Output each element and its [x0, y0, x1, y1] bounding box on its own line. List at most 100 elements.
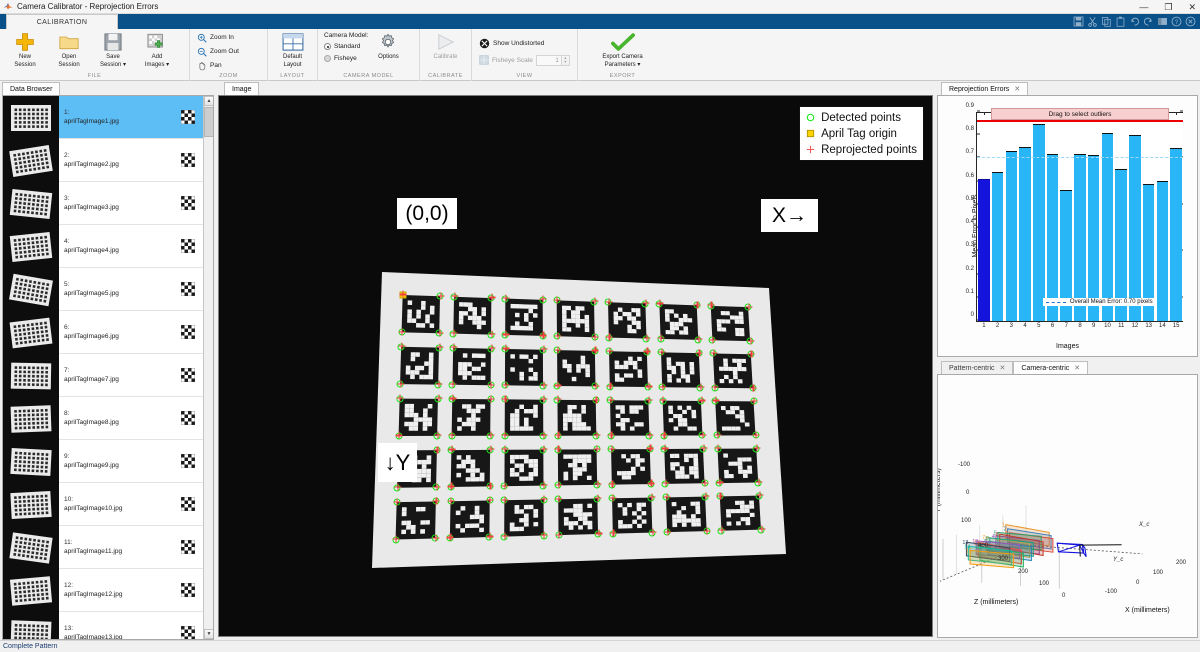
list-item[interactable]: 7: aprilTagImage7.jpg: [3, 354, 205, 397]
checkerboard-status-icon: [171, 268, 205, 310]
radio-standard[interactable]: Standard: [324, 41, 368, 52]
list-item[interactable]: 9: aprilTagImage9.jpg: [3, 440, 205, 483]
reprojected-point-marker: [396, 394, 404, 402]
zoom-in-button[interactable]: Zoom In: [197, 31, 234, 44]
tab-reprojection-errors[interactable]: Reprojection Errors ✕: [941, 82, 1029, 96]
chart-bar[interactable]: [1170, 148, 1182, 321]
close-doc-icon[interactable]: [1185, 16, 1196, 27]
list-item[interactable]: 2: aprilTagImage2.jpg: [3, 139, 205, 182]
reprojected-point-marker: [656, 299, 664, 307]
tab-image[interactable]: Image: [224, 82, 260, 95]
radio-fisheye[interactable]: Fisheye: [324, 53, 368, 64]
fisheye-scale-arrows-icon[interactable]: ▲ ▼: [561, 54, 570, 66]
camera-y-axis-label: Y_c: [1113, 557, 1124, 563]
list-item[interactable]: 10: aprilTagImage10.jpg: [3, 483, 205, 526]
fisheye-scale-input[interactable]: 1: [535, 54, 562, 66]
chart-bar[interactable]: [1156, 180, 1169, 321]
reprojected-point-marker: [450, 343, 458, 351]
pan-button[interactable]: Pan: [197, 59, 222, 72]
list-item[interactable]: 13: aprilTagImage13.jpg: [3, 612, 205, 639]
list-item-filename: aprilTagImage7.jpg: [64, 376, 119, 383]
chart-plot-area[interactable]: 0 0.1 0.2 0.3 0.4 0.5 0.6 0.7 0.8 0.9 1 2 3 4 5 6 7 8 9 10 1…: [966, 103, 1183, 329]
cut-icon[interactable]: [1087, 16, 1098, 27]
save-session-dropdown-arrow-icon[interactable]: ▾: [123, 62, 126, 68]
fisheye-scale-stepper[interactable]: 1 ▲ ▼: [535, 54, 570, 66]
reprojected-point-marker: [712, 396, 720, 404]
layout-grid-icon: [282, 32, 304, 52]
close-button[interactable]: ✕: [1188, 0, 1196, 14]
tab-pattern-centric-close-icon[interactable]: ✕: [1000, 362, 1006, 375]
green-check-icon: [610, 32, 635, 52]
export-camera-parameters-button[interactable]: Export Camera Parameters ▾: [581, 31, 664, 69]
copy-icon[interactable]: [1101, 16, 1112, 27]
x-axis-title: X (millimeters): [1125, 607, 1170, 614]
save-icon[interactable]: [1073, 16, 1084, 27]
paste-icon[interactable]: [1115, 16, 1126, 27]
tab-data-browser[interactable]: Data Browser: [2, 82, 61, 95]
reprojected-point-marker: [591, 297, 599, 305]
chart-bar[interactable]: [1101, 132, 1114, 321]
chart-bar[interactable]: [1046, 153, 1059, 321]
outlier-threshold-line[interactable]: [977, 120, 1183, 123]
zoom-out-button[interactable]: Zoom Out: [197, 45, 239, 58]
default-layout-label-1: Default: [282, 54, 302, 60]
help-icon[interactable]: ?: [1171, 16, 1182, 27]
chart-bar[interactable]: [1087, 154, 1100, 321]
list-item[interactable]: 12: aprilTagImage12.jpg: [3, 569, 205, 612]
tab-calibration[interactable]: CALIBRATION: [6, 14, 118, 29]
chart-bar[interactable]: [991, 172, 1004, 321]
list-item[interactable]: 3: aprilTagImage3.jpg: [3, 182, 205, 225]
default-layout-button[interactable]: Default Layout: [271, 31, 314, 69]
list-item[interactable]: 1: aprilTagImage1.jpg: [3, 96, 205, 139]
save-session-button[interactable]: Save Session ▾: [91, 31, 135, 69]
tab-reprojection-errors-close-icon[interactable]: ✕: [1014, 83, 1020, 96]
calibrate-button[interactable]: Calibrate: [424, 31, 468, 61]
minimize-button[interactable]: —: [1139, 0, 1148, 14]
show-undistorted-toggle[interactable]: Show Undistorted: [479, 37, 544, 50]
tab-camera-centric-close-icon[interactable]: ✕: [1074, 362, 1080, 375]
fisheye-scale-control[interactable]: Fisheye Scale 1 ▲ ▼: [479, 54, 570, 67]
browser-scrollbar[interactable]: ▲ ▼: [203, 96, 213, 639]
list-item[interactable]: 6: aprilTagImage6.jpg: [3, 311, 205, 354]
image-list[interactable]: 1: aprilTagImage1.jpg 2: aprilTagImage2.jpg…: [3, 96, 205, 639]
chart-bar[interactable]: [1074, 153, 1086, 321]
list-item[interactable]: 5: aprilTagImage5.jpg: [3, 268, 205, 311]
scroll-up-arrow-icon[interactable]: ▲: [204, 96, 213, 106]
reprojected-point-marker: [433, 483, 441, 491]
reprojected-point-marker: [659, 396, 667, 404]
add-images-dropdown-arrow-icon[interactable]: ▾: [166, 62, 169, 68]
new-session-button[interactable]: New Session: [3, 31, 47, 69]
outlier-selection-band[interactable]: Drag to select outliers: [991, 108, 1169, 121]
options-button[interactable]: Options: [368, 31, 408, 61]
camera-centric-extrinsics-panel[interactable]: 1 2 3 4 5 6 7 8 9 10 11 12 13 14 15 Z (millimeters) X …: [937, 374, 1198, 638]
tab-camera-centric[interactable]: Camera-centric ✕: [1013, 361, 1089, 375]
reprojected-point-marker: [437, 292, 445, 300]
maximize-button[interactable]: ❐: [1164, 0, 1172, 14]
layout-icon[interactable]: [1157, 16, 1168, 27]
plus-icon: [15, 32, 35, 52]
tab-pattern-centric[interactable]: Pattern-centric ✕: [941, 361, 1014, 375]
list-item-thumbnail: [3, 354, 59, 397]
extrinsics-3d-plot[interactable]: 1 2 3 4 5 6 7 8 9 10 11 12 13 14 15 Z (millimeters) X …: [938, 377, 1195, 635]
chart-bar[interactable]: [1019, 146, 1031, 321]
list-item[interactable]: 11: aprilTagImage11.jpg: [3, 526, 205, 569]
chart-bar[interactable]: [978, 179, 990, 321]
list-item[interactable]: 8: aprilTagImage8.jpg: [3, 397, 205, 440]
undo-icon[interactable]: [1129, 16, 1140, 27]
scroll-down-arrow-icon[interactable]: ▼: [204, 629, 213, 639]
scrollbar-thumb[interactable]: [204, 107, 213, 137]
add-images-button[interactable]: Add Images ▾: [135, 31, 179, 69]
open-session-button[interactable]: Open Session: [47, 31, 91, 69]
reprojected-point-marker: [450, 329, 458, 337]
chart-bar[interactable]: [1129, 135, 1141, 321]
chart-bar[interactable]: [1005, 151, 1018, 321]
list-item-filename: aprilTagImage4.jpg: [64, 247, 119, 254]
redo-icon[interactable]: [1143, 16, 1154, 27]
export-dropdown-arrow-icon[interactable]: ▾: [637, 62, 640, 68]
reprojected-point-marker: [433, 446, 441, 454]
image-viewer[interactable]: (0,0) X→ ↓Y Detected points April Tag or…: [218, 95, 933, 637]
chart-bar[interactable]: [1033, 123, 1045, 321]
list-item[interactable]: 4: aprilTagImage4.jpg: [3, 225, 205, 268]
open-session-label-2: Session: [58, 62, 80, 68]
chart-x-tick-label: 6: [1050, 323, 1055, 329]
